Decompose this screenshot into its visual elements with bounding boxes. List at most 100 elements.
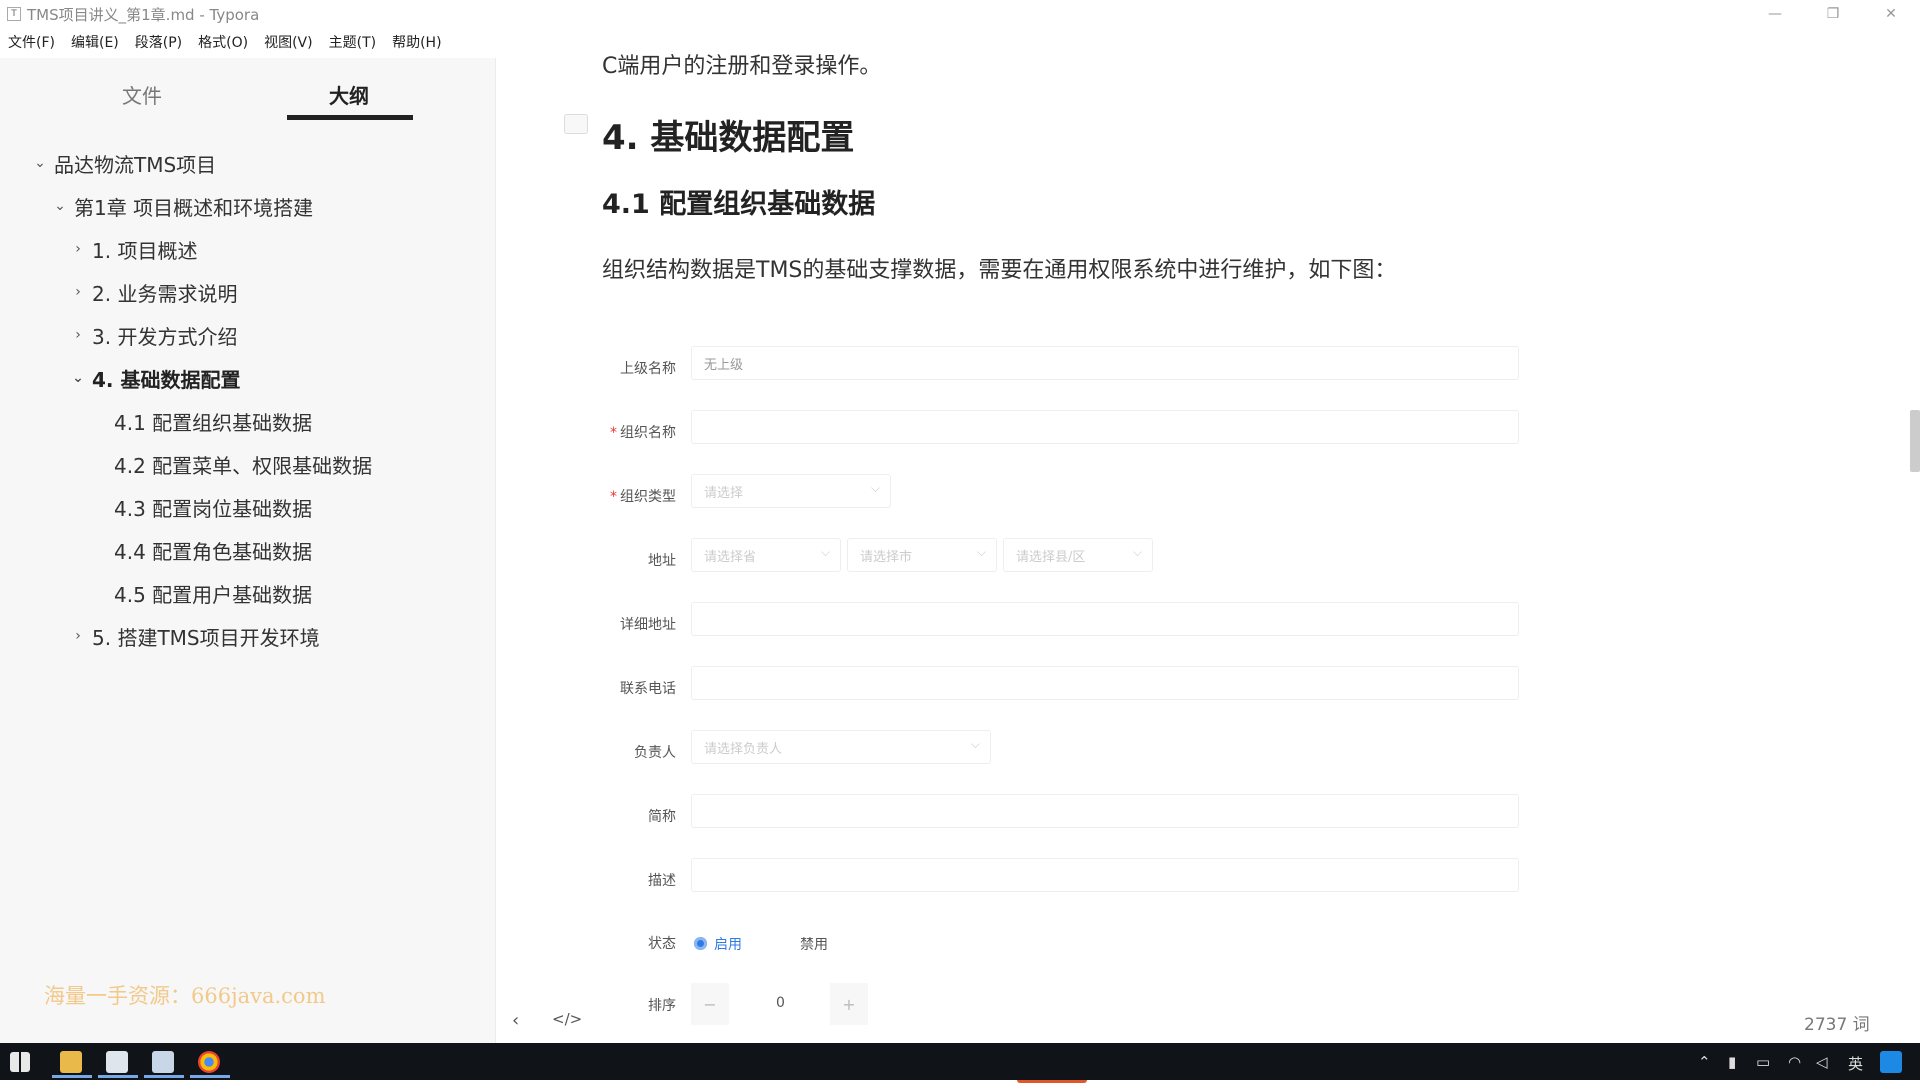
active-app-indicator xyxy=(190,1075,230,1078)
minus-icon: − xyxy=(691,983,729,1025)
label-phone: 联系电话 xyxy=(620,681,676,697)
sidebar-tabs: 文件 大纲 xyxy=(0,58,495,122)
back-icon[interactable]: ‹ xyxy=(512,1010,519,1031)
outline-item-label: 4.5 配置用户基础数据 xyxy=(114,582,313,607)
baidu-netdisk-icon[interactable] xyxy=(1880,1051,1902,1073)
outline-item-menu-data[interactable]: 4.2 配置菜单、权限基础数据 xyxy=(114,449,372,479)
menu-view[interactable]: 视图(V) xyxy=(264,32,313,52)
chevron-right-icon[interactable]: › xyxy=(68,241,88,257)
outline-item-label: 1. 项目概述 xyxy=(92,238,198,263)
battery-icon[interactable]: ▭ xyxy=(1756,1053,1770,1071)
restore-icon[interactable]: ❐ xyxy=(1804,0,1862,28)
outline-item-chapter1[interactable]: ⌄ 第1章 项目概述和环境搭建 xyxy=(50,191,313,221)
chevron-down-icon[interactable]: ⌄ xyxy=(30,155,50,171)
description-field xyxy=(691,858,1519,892)
outline-item-user-data[interactable]: 4.5 配置用户基础数据 xyxy=(114,578,312,608)
manager-placeholder: 请选择负责人 xyxy=(704,741,783,757)
outline-item-label: 2. 业务需求说明 xyxy=(92,281,238,306)
menu-help[interactable]: 帮助(H) xyxy=(392,32,441,52)
outline-item-dev-env[interactable]: › 5. 搭建TMS项目开发环境 xyxy=(68,621,320,651)
menu-paragraph[interactable]: 段落(P) xyxy=(135,32,182,52)
district-placeholder: 请选择县/区 xyxy=(1016,549,1086,565)
menu-bar: 文件(F) 编辑(E) 段落(P) 格式(O) 视图(V) 主题(T) 帮助(H… xyxy=(0,30,458,54)
label-manager: 负责人 xyxy=(634,745,676,761)
outline-item-label: 4.4 配置角色基础数据 xyxy=(114,539,313,564)
label-address: 地址 xyxy=(648,553,676,569)
scrollbar-thumb[interactable] xyxy=(1910,410,1920,472)
title-bar: T TMS项目讲义_第1章.md - Typora — ❐ ✕ xyxy=(0,0,1920,28)
label-parent-name: 上级名称 xyxy=(620,361,676,377)
detail-address-field xyxy=(691,602,1519,636)
outline-item-label: 4.3 配置岗位基础数据 xyxy=(114,496,313,521)
paragraph-org-description[interactable]: 组织结构数据是TMS的基础支撑数据，需要在通用权限系统中进行维护，如下图： xyxy=(602,252,1396,284)
outline-item-project[interactable]: ⌄ 品达物流TMS项目 xyxy=(30,148,216,178)
menu-edit[interactable]: 编辑(E) xyxy=(71,32,119,52)
chrome-icon[interactable] xyxy=(198,1051,220,1073)
microphone-icon[interactable]: ▮ xyxy=(1728,1053,1736,1071)
outline-item-overview[interactable]: › 1. 项目概述 xyxy=(68,234,197,264)
typora-app-icon: T xyxy=(7,7,21,21)
word-count[interactable]: 2737 词 xyxy=(1804,1010,1870,1035)
paragraph-intro[interactable]: C端用户的注册和登录操作。 xyxy=(602,48,881,80)
manager-select: 请选择负责人 xyxy=(691,730,991,764)
heading-org-data-config[interactable]: 4.1 配置组织基础数据 xyxy=(602,182,875,221)
source-code-icon[interactable]: </> xyxy=(552,1010,582,1028)
label-org-type: * 组织类型 xyxy=(610,489,676,505)
volume-icon[interactable]: ◁ xyxy=(1816,1053,1828,1071)
outline-item-requirements[interactable]: › 2. 业务需求说明 xyxy=(68,277,237,307)
org-name-field xyxy=(691,410,1519,444)
province-select: 请选择省 xyxy=(691,538,841,572)
typora-taskbar-icon[interactable] xyxy=(106,1051,128,1073)
outline-item-label: 品达物流TMS项目 xyxy=(54,152,217,177)
window-controls: — ❐ ✕ xyxy=(1746,0,1920,28)
org-type-placeholder: 请选择 xyxy=(704,485,744,501)
tray-expand-icon[interactable]: ⌃ xyxy=(1698,1053,1711,1071)
status-enabled-label: 启用 xyxy=(714,937,742,953)
label-sort: 排序 xyxy=(648,998,676,1014)
ime-indicator[interactable]: 英 xyxy=(1848,1053,1863,1074)
label-detail-address: 详细地址 xyxy=(620,617,676,633)
tab-file[interactable]: 文件 xyxy=(122,80,162,109)
outline-item-label: 5. 搭建TMS项目开发环境 xyxy=(92,625,320,650)
heading-basic-data-config[interactable]: 4. 基础数据配置 xyxy=(602,110,854,159)
menu-file[interactable]: 文件(F) xyxy=(8,32,55,52)
outline-item-label: 4.2 配置菜单、权限基础数据 xyxy=(114,453,373,478)
network-icon[interactable]: ◠ xyxy=(1788,1053,1801,1071)
outline-item-role-data[interactable]: 4.4 配置角色基础数据 xyxy=(114,535,312,565)
active-app-indicator xyxy=(98,1075,138,1078)
window-title: TMS项目讲义_第1章.md - Typora xyxy=(27,5,260,24)
chevron-down-icon[interactable]: ⌄ xyxy=(68,370,88,386)
outline-item-basic-data[interactable]: ⌄ 4. 基础数据配置 xyxy=(68,363,240,393)
chevron-right-icon[interactable]: › xyxy=(68,628,88,644)
active-app-indicator xyxy=(144,1075,184,1078)
outline-item-label: 3. 开发方式介绍 xyxy=(92,324,238,349)
chevron-down-icon[interactable]: ⌄ xyxy=(50,198,70,214)
heading-marker-icon xyxy=(564,114,588,134)
city-placeholder: 请选择市 xyxy=(860,549,913,565)
notepad-icon[interactable] xyxy=(152,1051,174,1073)
outline-item-org-data[interactable]: 4.1 配置组织基础数据 xyxy=(114,406,312,436)
label-short-name: 简称 xyxy=(648,809,676,825)
label-org-name: * 组织名称 xyxy=(610,425,676,441)
province-placeholder: 请选择省 xyxy=(704,549,757,565)
document-editor[interactable]: C端用户的注册和登录操作。 4. 基础数据配置 4.1 配置组织基础数据 组织结… xyxy=(496,30,1920,1083)
label-description: 描述 xyxy=(648,873,676,889)
status-disabled-label: 禁用 xyxy=(800,937,828,953)
file-explorer-icon[interactable] xyxy=(60,1051,82,1073)
active-app-indicator xyxy=(52,1075,92,1078)
embedded-form-image: 上级名称 无上级 *组织名称 *组织类型 请选择 地址 请选择省 请选择市 请选… xyxy=(596,300,1556,1083)
tab-outline[interactable]: 大纲 xyxy=(329,80,369,109)
menu-format[interactable]: 格式(O) xyxy=(198,32,248,52)
outline-item-dev-approach[interactable]: › 3. 开发方式介绍 xyxy=(68,320,237,350)
required-mark: * xyxy=(610,425,617,441)
chevron-right-icon[interactable]: › xyxy=(68,327,88,343)
chevron-right-icon[interactable]: › xyxy=(68,284,88,300)
minimize-icon[interactable]: — xyxy=(1746,0,1804,28)
parent-name-field: 无上级 xyxy=(691,346,1519,380)
sidebar: 文件 大纲 ⌄ 品达物流TMS项目 ⌄ 第1章 项目概述和环境搭建 › 1. 项… xyxy=(0,58,496,1043)
outline-item-post-data[interactable]: 4.3 配置岗位基础数据 xyxy=(114,492,312,522)
windows-start-icon[interactable] xyxy=(10,1052,30,1072)
close-icon[interactable]: ✕ xyxy=(1862,0,1920,28)
parent-name-value: 无上级 xyxy=(704,357,744,373)
menu-theme[interactable]: 主题(T) xyxy=(329,32,376,52)
